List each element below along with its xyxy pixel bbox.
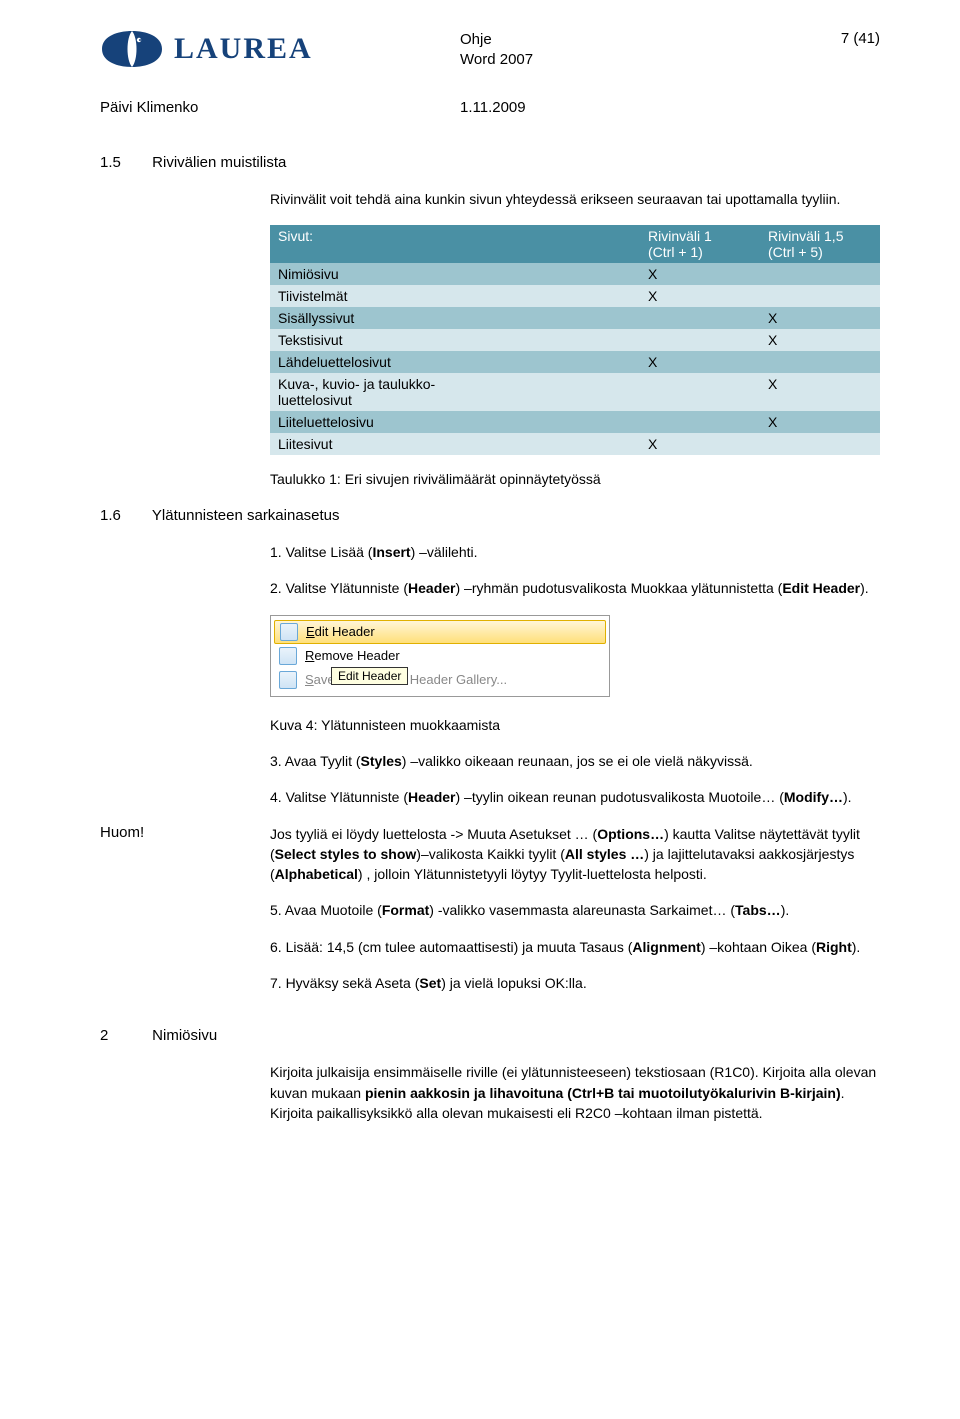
step-7: 7. Hyväksy sekä Aseta (Set) ja vielä lop… — [270, 973, 880, 993]
step-3: 3. Avaa Tyylit (Styles) –valikko oikeaan… — [270, 751, 880, 771]
menu-item-save-gallery[interactable]: Save Selection to Header Gallery... — [271, 668, 609, 692]
step-2: 2. Valitse Ylätunniste (Header) –ryhmän … — [270, 578, 880, 598]
remove-header-icon — [279, 647, 297, 665]
table-row: LiitesivutX — [270, 433, 880, 455]
step-6: 6. Lisää: 14,5 (cm tulee automaattisesti… — [270, 937, 880, 957]
table-row: LiiteluettelosivuX — [270, 411, 880, 433]
step-4: 4. Valitse Ylätunniste (Header) –tyylin … — [270, 787, 880, 807]
section-title: Nimiösivu — [152, 1027, 217, 1044]
th-sivut: Sivut: — [270, 225, 640, 263]
table-row: SisällyssivutX — [270, 307, 880, 329]
table-row: NimiösivuX — [270, 263, 880, 285]
nimiosivu-text: Kirjoita julkaisija ensimmäiselle rivill… — [270, 1062, 880, 1123]
table-row: Kuva-, kuvio- ja taulukko- luettelosivut… — [270, 373, 880, 411]
edit-header-icon — [280, 623, 298, 641]
section-1-5-heading: 1.5 Rivivälien muistilista — [100, 154, 880, 171]
menu-label: Edit Header — [306, 624, 600, 639]
section-title: Ylätunnisteen sarkainasetus — [152, 507, 340, 524]
table-row: TiivistelmätX — [270, 285, 880, 307]
section-1-6-heading: 1.6 Ylätunnisteen sarkainasetus — [100, 507, 880, 524]
table-caption: Taulukko 1: Eri sivujen rivivälimäärät o… — [270, 469, 880, 489]
section-num: 2 — [100, 1027, 148, 1044]
th-riv1: Rivinväli 1 (Ctrl + 1) — [640, 225, 760, 263]
section-num: 1.6 — [100, 507, 148, 524]
huom-block: Huom! Jos tyyliä ei löydy luettelosta ->… — [100, 824, 880, 1010]
author: Päivi Klimenko — [100, 99, 460, 116]
huom-text: Jos tyyliä ei löydy luettelosta -> Muuta… — [270, 824, 880, 885]
logo-text: LAUREA — [174, 32, 313, 66]
step-5: 5. Avaa Muotoile (Format) -valikko vasem… — [270, 900, 880, 920]
menu-item-remove-header[interactable]: Remove Header — [271, 644, 609, 668]
subheader: Päivi Klimenko 1.11.2009 — [100, 99, 880, 116]
step-1: 1. Valitse Lisää (Insert) –välilehti. — [270, 542, 880, 562]
header-center: Ohje Word 2007 — [460, 28, 790, 71]
menu-item-edit-header[interactable]: Edit Header — [274, 620, 606, 644]
save-gallery-icon — [279, 671, 297, 689]
doc-subject: Word 2007 — [460, 50, 790, 70]
th-riv15: Rivinväli 1,5 (Ctrl + 5) — [760, 225, 880, 263]
doc-date: 1.11.2009 — [460, 99, 880, 116]
section-title: Rivivälien muistilista — [152, 154, 286, 171]
rivivali-table: Sivut: Rivinväli 1 (Ctrl + 1) Rivinväli … — [270, 225, 880, 455]
page-number: 7 (41) — [790, 28, 880, 47]
logo: LAUREA — [100, 28, 460, 70]
section-2-heading: 2 Nimiösivu — [100, 1027, 880, 1044]
intro-text: Rivinvälit voit tehdä aina kunkin sivun … — [270, 189, 880, 209]
huom-label: Huom! — [100, 824, 144, 841]
table-row: LähdeluettelosivutX — [270, 351, 880, 373]
tooltip: Edit Header — [331, 667, 408, 685]
edit-header-menu-screenshot: Edit Header Remove Header Edit Header Sa… — [270, 615, 610, 697]
menu-label: Remove Header — [305, 648, 601, 663]
doc-type: Ohje — [460, 30, 790, 50]
figure-4-caption: Kuva 4: Ylätunnisteen muokkaamista — [270, 715, 880, 735]
laurea-logo-icon — [100, 28, 164, 70]
section-num: 1.5 — [100, 154, 148, 171]
page-header: LAUREA Ohje Word 2007 7 (41) — [100, 28, 880, 71]
table-row: TekstisivutX — [270, 329, 880, 351]
